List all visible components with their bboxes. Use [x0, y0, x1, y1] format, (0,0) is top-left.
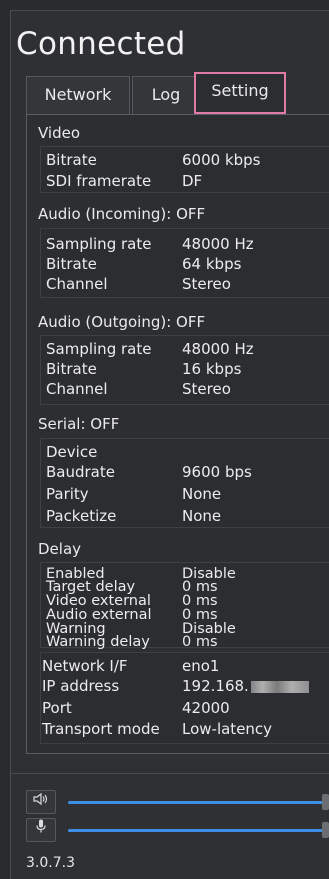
tab-network[interactable]: Network [26, 76, 130, 114]
microphone-icon [36, 819, 46, 837]
network-if-value: eno1 [182, 657, 220, 675]
delay-video-external-value: 0 ms [182, 593, 218, 609]
audio-out-channel-value: Stereo [182, 380, 231, 398]
delay-target-label: Target delay [46, 579, 136, 595]
speaker-slider-handle[interactable] [322, 794, 329, 810]
audio-out-sampling-value: 48000 Hz [182, 340, 254, 358]
audio-in-sampling-value: 48000 Hz [182, 235, 254, 253]
delay-audio-external-label: Audio external [46, 607, 152, 623]
audio-in-heading: Audio (Incoming): OFF [38, 205, 206, 223]
serial-heading: Serial: OFF [38, 415, 120, 433]
audio-in-bitrate-label: Bitrate [46, 255, 97, 273]
redacted-block [250, 680, 309, 693]
audio-in-channel-value: Stereo [182, 275, 231, 293]
video-bitrate-label: Bitrate [46, 151, 97, 169]
audio-in-bitrate-value: 64 kbps [182, 255, 242, 273]
serial-parity-value: None [182, 485, 222, 503]
audio-out-sampling-label: Sampling rate [46, 340, 152, 358]
microphone-button[interactable] [26, 818, 56, 842]
audio-in-channel-label: Channel [46, 275, 108, 293]
video-sdi-label: SDI framerate [46, 172, 152, 190]
delay-target-value: 0 ms [182, 579, 218, 595]
divider [10, 773, 329, 774]
delay-warning-delay-value: 0 ms [182, 634, 218, 650]
audio-out-bitrate-value: 16 kbps [182, 360, 242, 378]
ip-address-label: IP address [42, 677, 120, 695]
port-label: Port [42, 699, 72, 717]
page-title: Connected [16, 26, 186, 62]
microphone-volume-slider[interactable] [68, 829, 326, 832]
audio-out-channel-label: Channel [46, 380, 108, 398]
ip-address-value: 192.168. [182, 677, 309, 695]
tab-log[interactable]: Log [132, 76, 200, 114]
speaker-icon [33, 792, 49, 809]
delay-heading: Delay [38, 540, 82, 558]
tab-setting[interactable]: Setting [194, 72, 286, 114]
serial-packetize-label: Packetize [46, 507, 117, 525]
microphone-slider-handle[interactable] [322, 822, 329, 838]
port-value: 42000 [182, 699, 230, 717]
serial-baudrate-value: 9600 bps [182, 463, 252, 481]
transport-mode-value: Low-latency [182, 720, 273, 738]
audio-out-bitrate-label: Bitrate [46, 360, 97, 378]
speaker-volume-slider[interactable] [68, 801, 326, 804]
delay-video-external-label: Video external [46, 593, 151, 609]
tab-bar: Network Log Setting [16, 72, 329, 114]
audio-in-sampling-label: Sampling rate [46, 235, 152, 253]
transport-mode-label: Transport mode [42, 720, 160, 738]
video-heading: Video [38, 124, 81, 142]
serial-parity-label: Parity [46, 485, 89, 503]
speaker-button[interactable] [26, 790, 56, 814]
audio-out-heading: Audio (Outgoing): OFF [38, 313, 206, 331]
serial-baudrate-label: Baudrate [46, 463, 115, 481]
delay-warning-delay-label: Warning delay [46, 634, 150, 650]
delay-audio-external-value: 0 ms [182, 607, 218, 623]
video-bitrate-value: 6000 kbps [182, 151, 261, 169]
serial-device-label: Device [46, 443, 98, 461]
network-if-label: Network I/F [42, 657, 128, 675]
version-label: 3.0.7.3 [26, 855, 75, 871]
serial-packetize-value: None [182, 507, 222, 525]
video-sdi-value: DF [182, 172, 203, 190]
